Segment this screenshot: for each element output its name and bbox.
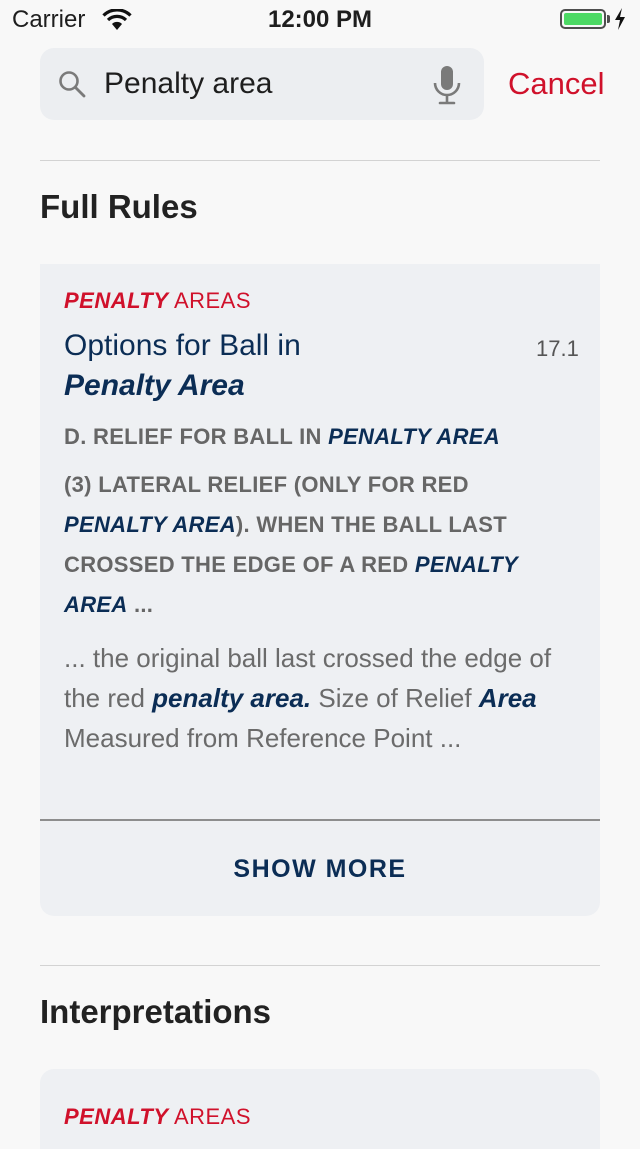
- clause-text-3: ...: [127, 592, 154, 617]
- rule-clause: (3) LATERAL RELIEF (ONLY FOR RED PENALTY…: [64, 465, 574, 625]
- section-title-full-rules: Full Rules: [40, 188, 198, 225]
- rule-category-em: PENALTY: [64, 288, 169, 313]
- interpretation-card[interactable]: PENALTY AREAS: [40, 1069, 600, 1149]
- rule-number: 17.1: [536, 336, 579, 361]
- battery-icon: [560, 9, 606, 29]
- interpretation-category-rest: AREAS: [168, 1104, 252, 1129]
- cancel-button[interactable]: Cancel: [508, 66, 605, 102]
- clock: 12:00 PM: [267, 6, 373, 33]
- clause-highlight-1: PENALTY AREA: [64, 512, 236, 537]
- excerpt-text-2: Size of Relief: [311, 683, 479, 713]
- search-input[interactable]: [104, 48, 414, 120]
- status-bar: Carrier 12:00 PM: [0, 0, 640, 40]
- rule-card[interactable]: PENALTY AREAS Options for Ball in Penalt…: [40, 264, 600, 916]
- rule-excerpt: ... the original ball last crossed the e…: [64, 638, 574, 758]
- microphone-icon[interactable]: [432, 64, 462, 111]
- rule-title[interactable]: Options for Ball in Penalty Area: [64, 326, 504, 406]
- charging-bolt-icon: [614, 8, 626, 37]
- rule-title-highlight: Penalty Area: [64, 369, 245, 402]
- battery-fill: [564, 13, 602, 25]
- section-title-interpretations: Interpretations: [40, 993, 272, 1030]
- clause-text-1: (3) LATERAL RELIEF (ONLY FOR RED: [64, 472, 469, 497]
- show-more-button[interactable]: SHOW MORE: [40, 821, 600, 917]
- rule-title-text: Options for Ball in: [64, 329, 301, 362]
- divider: [40, 160, 600, 161]
- excerpt-highlight-1: penalty area.: [152, 683, 312, 713]
- interpretation-category-em: PENALTY: [64, 1104, 169, 1129]
- rule-category: PENALTY AREAS: [64, 288, 251, 314]
- search-icon: [58, 70, 86, 103]
- interpretation-category: PENALTY AREAS: [64, 1104, 251, 1130]
- rule-subheading: D. RELIEF FOR BALL IN PENALTY AREA: [64, 417, 574, 457]
- rule-category-rest: AREAS: [168, 288, 252, 313]
- divider: [40, 965, 600, 966]
- subheading-text: D. RELIEF FOR BALL IN: [64, 424, 329, 449]
- subheading-highlight: PENALTY AREA: [328, 424, 500, 449]
- search-bar[interactable]: [40, 48, 484, 120]
- battery-tip: [607, 15, 610, 23]
- excerpt-highlight-2: Area: [478, 683, 537, 713]
- excerpt-text-3: Measured from Reference Point ...: [64, 723, 462, 753]
